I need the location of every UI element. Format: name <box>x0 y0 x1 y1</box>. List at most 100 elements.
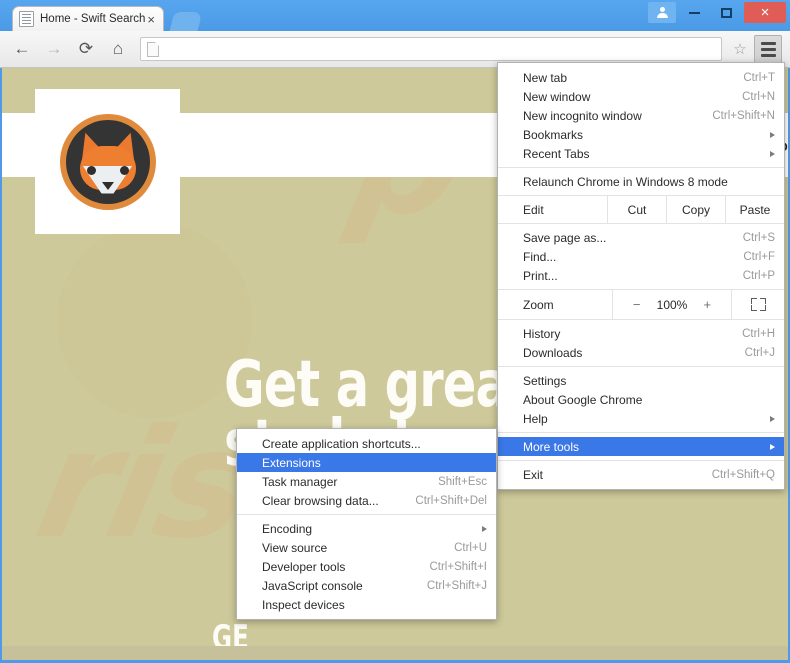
menu-item-label: Extensions <box>262 455 321 470</box>
submenu-item-create-application-shortcuts[interactable]: Create application shortcuts... <box>237 434 496 453</box>
menu-item-copy[interactable]: Copy <box>666 196 725 223</box>
menu-item-label: Recent Tabs <box>523 146 590 161</box>
menu-item-paste[interactable]: Paste <box>725 196 784 223</box>
user-avatar-button[interactable] <box>648 2 676 23</box>
submenu-item-encoding[interactable]: Encoding <box>237 519 496 538</box>
close-window-button[interactable]: × <box>744 2 786 23</box>
menu-item-print[interactable]: Print... Ctrl+P <box>498 266 784 285</box>
chevron-right-icon <box>770 443 775 450</box>
menu-item-label: About Google Chrome <box>523 392 643 407</box>
menu-item-new-incognito-window[interactable]: New incognito window Ctrl+Shift+N <box>498 106 784 125</box>
user-icon <box>656 6 668 19</box>
menu-item-label: Exit <box>523 467 544 482</box>
submenu-item-clear-browsing-data[interactable]: Clear browsing data... Ctrl+Shift+Del <box>237 491 496 510</box>
menu-item-label: History <box>523 326 561 341</box>
zoom-in-button[interactable]: + <box>701 297 713 312</box>
maximize-icon <box>720 7 732 18</box>
menu-item-accelerator: Ctrl+H <box>742 327 775 340</box>
chevron-right-icon <box>770 131 775 138</box>
window-controls: × <box>648 2 786 23</box>
menu-item-downloads[interactable]: Downloads Ctrl+J <box>498 343 784 362</box>
menu-separator <box>498 366 784 367</box>
home-icon: ⌂ <box>112 39 124 58</box>
zoom-level-value: 100% <box>656 297 688 312</box>
menu-item-accelerator: Ctrl+F <box>743 250 775 263</box>
menu-item-label: Inspect devices <box>262 597 345 612</box>
menu-item-history[interactable]: History Ctrl+H <box>498 324 784 343</box>
back-arrow-icon: ← <box>13 39 31 58</box>
menu-item-label: Settings <box>523 373 567 388</box>
page-favicon-icon <box>19 11 34 27</box>
menu-item-label: Relaunch Chrome in Windows 8 mode <box>523 174 728 189</box>
menu-item-accelerator: Ctrl+P <box>742 269 775 282</box>
menu-item-cut[interactable]: Cut <box>607 196 666 223</box>
menu-item-label: Create application shortcuts... <box>262 436 421 451</box>
menu-item-help[interactable]: Help <box>498 409 784 428</box>
submenu-item-inspect-devices[interactable]: Inspect devices <box>237 595 496 614</box>
menu-item-bookmarks[interactable]: Bookmarks <box>498 125 784 144</box>
home-button[interactable]: ⌂ <box>104 35 132 63</box>
menu-zoom-row: Zoom − 100% + <box>498 289 784 320</box>
address-bar[interactable] <box>140 37 722 61</box>
menu-item-accelerator: Ctrl+Shift+J <box>426 579 487 592</box>
menu-item-recent-tabs[interactable]: Recent Tabs <box>498 144 784 163</box>
menu-item-accelerator: Shift+Esc <box>438 475 487 488</box>
menu-item-accelerator: Ctrl+T <box>743 71 775 84</box>
reload-button[interactable]: ⟳ <box>72 35 100 63</box>
menu-item-label: New window <box>523 89 591 104</box>
menu-item-find[interactable]: Find... Ctrl+F <box>498 247 784 266</box>
submenu-item-task-manager[interactable]: Task manager Shift+Esc <box>237 472 496 491</box>
new-tab-button[interactable] <box>169 12 203 31</box>
menu-item-more-tools[interactable]: More tools <box>498 437 784 456</box>
menu-item-exit[interactable]: Exit Ctrl+Shift+Q <box>498 465 784 484</box>
zoom-out-button[interactable]: − <box>631 297 643 312</box>
fullscreen-icon <box>750 298 766 311</box>
submenu-item-developer-tools[interactable]: Developer tools Ctrl+Shift+I <box>237 557 496 576</box>
fullscreen-button[interactable] <box>731 290 784 319</box>
fox-nose <box>101 181 114 190</box>
bookmark-star-button[interactable]: ☆ <box>728 37 752 61</box>
menu-item-relaunch-windows8-mode[interactable]: Relaunch Chrome in Windows 8 mode <box>498 172 784 191</box>
site-logo-container <box>35 89 180 234</box>
zoom-controls: − 100% + <box>612 290 731 319</box>
page-document-icon <box>147 41 159 57</box>
maximize-button[interactable] <box>712 2 740 23</box>
hamburger-icon-bar <box>760 47 776 51</box>
tab-home-swift-search[interactable]: Home - Swift Search × <box>12 6 164 31</box>
menu-separator <box>498 432 784 433</box>
chrome-menu-button[interactable] <box>754 35 782 63</box>
menu-item-label: Clear browsing data... <box>262 493 379 508</box>
menu-item-new-tab[interactable]: New tab Ctrl+T <box>498 68 784 87</box>
menu-item-settings[interactable]: Settings <box>498 371 784 390</box>
close-tab-icon[interactable]: × <box>145 13 157 26</box>
reload-icon: ⟳ <box>78 39 94 58</box>
menu-item-label: Find... <box>523 249 557 264</box>
menu-item-label: Downloads <box>523 345 583 360</box>
submenu-item-extensions[interactable]: Extensions <box>237 453 496 472</box>
menu-item-label: View source <box>262 540 328 555</box>
fox-eye-left <box>86 165 96 175</box>
back-button[interactable]: ← <box>8 35 36 63</box>
menu-item-new-window[interactable]: New window Ctrl+N <box>498 87 784 106</box>
submenu-item-javascript-console[interactable]: JavaScript console Ctrl+Shift+J <box>237 576 496 595</box>
fox-logo-icon <box>59 113 156 210</box>
menu-item-accelerator: Ctrl+U <box>454 541 487 554</box>
menu-item-label: Developer tools <box>262 559 346 574</box>
menu-item-save-page-as[interactable]: Save page as... Ctrl+S <box>498 228 784 247</box>
watermark-circle <box>57 223 252 418</box>
menu-edit-row: Edit Cut Copy Paste <box>498 195 784 224</box>
minimize-button[interactable] <box>680 2 708 23</box>
menu-item-accelerator: Ctrl+Shift+Del <box>415 494 487 507</box>
more-tools-submenu: Create application shortcuts... Extensio… <box>236 428 497 620</box>
menu-item-label: New tab <box>523 70 568 85</box>
menu-item-accelerator: Ctrl+S <box>742 231 775 244</box>
menu-item-label: Bookmarks <box>523 127 584 142</box>
submenu-item-view-source[interactable]: View source Ctrl+U <box>237 538 496 557</box>
menu-item-about-google-chrome[interactable]: About Google Chrome <box>498 390 784 409</box>
menu-item-label: Encoding <box>262 521 313 536</box>
browser-window: × Home - Swift Search × ← → ⟳ ⌂ ☆ ris Ge… <box>0 0 790 663</box>
forward-button[interactable]: → <box>40 35 68 63</box>
menu-separator <box>498 460 784 461</box>
menu-item-accelerator: Ctrl+Shift+N <box>712 109 775 122</box>
minimize-icon <box>688 11 700 14</box>
